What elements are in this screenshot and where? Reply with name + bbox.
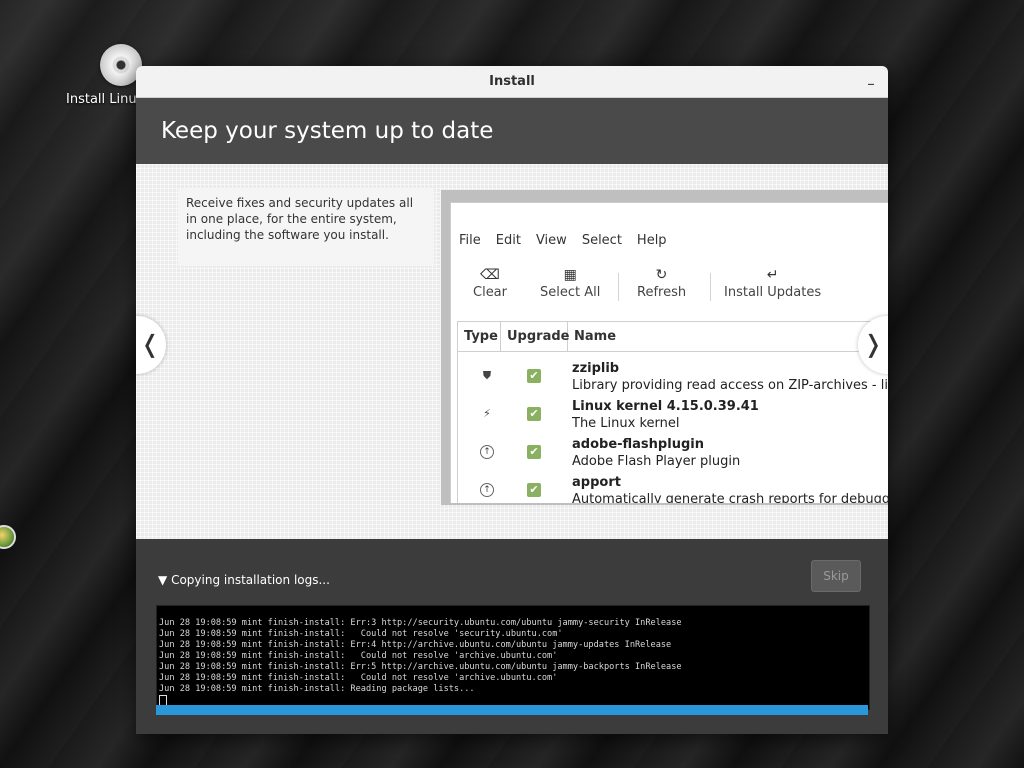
desktop-orb-icon[interactable]	[0, 525, 16, 549]
menu-view: View	[535, 233, 567, 248]
menu-edit: Edit	[495, 233, 521, 248]
minimize-button[interactable]: _	[864, 72, 878, 88]
tool-label: Refresh	[637, 285, 687, 300]
toolbar-divider	[618, 273, 619, 301]
backspace-icon: ⌫	[480, 267, 500, 283]
expander-arrow-icon: ▼	[158, 573, 168, 587]
package-name: zziplib	[572, 361, 620, 376]
table-row: ↑ ✔ adobe-flashplugin Adobe Flash Player …	[458, 432, 888, 470]
menu-select: Select	[581, 233, 622, 248]
package-name: adobe-flashplugin	[572, 437, 704, 452]
shield-icon: ⛊	[482, 369, 492, 382]
column-type: Type	[458, 322, 501, 351]
page-title: Keep your system up to date	[161, 118, 494, 144]
log-line: Jun 28 19:08:59 mint finish-install: Cou…	[159, 673, 558, 683]
table-row: ⚡ ✔ Linux kernel 4.15.0.39.41 The Linux k…	[458, 394, 888, 432]
log-line: Jun 28 19:08:59 mint finish-install: Rea…	[159, 684, 475, 694]
status-text: Copying installation logs...	[171, 573, 330, 587]
log-line: Jun 28 19:08:59 mint finish-install: Err…	[159, 662, 682, 672]
menu-help: Help	[636, 233, 667, 248]
refresh-icon: ↻	[655, 267, 668, 283]
log-line: Jun 28 19:08:59 mint finish-install: Cou…	[159, 629, 563, 639]
tool-select-all: ▦ Select All	[540, 265, 600, 300]
table-row: ⛊ ✔ zziplib Library providing read access…	[458, 356, 888, 394]
package-name: apport	[572, 475, 621, 490]
toolbar-divider	[710, 273, 711, 301]
log-terminal[interactable]: Jun 28 19:08:59 mint finish-install: Err…	[156, 605, 870, 710]
menubar: File Edit View Select Help	[459, 233, 667, 248]
table-header: Type Upgrade Name	[458, 322, 888, 352]
package-desc: Library providing read access on ZIP-arc…	[572, 378, 888, 393]
tool-clear: ⌫ Clear	[473, 265, 507, 300]
checkbox-icon: ✔	[527, 445, 541, 459]
up-arrow-icon: ↑	[480, 445, 494, 459]
checkbox-icon: ✔	[527, 369, 541, 383]
log-line: Jun 28 19:08:59 mint finish-install: Err…	[159, 640, 672, 650]
column-upgrade: Upgrade	[501, 322, 569, 351]
log-expander[interactable]: ▼ Copying installation logs...	[158, 573, 330, 587]
tool-refresh: ↻ Refresh	[637, 265, 686, 300]
install-icon: ↵	[766, 267, 779, 283]
log-line: Jun 28 19:08:59 mint finish-install: Err…	[159, 618, 682, 628]
log-line: Jun 28 19:08:59 mint finish-install: Cou…	[159, 651, 558, 661]
package-desc: Automatically generate crash reports for…	[572, 492, 888, 503]
checkbox-icon: ✔	[527, 407, 541, 421]
skip-button[interactable]: Skip	[811, 560, 861, 592]
tool-label: Select All	[540, 285, 601, 300]
up-arrow-icon: ↑	[480, 483, 494, 497]
updates-table: Type Upgrade Name ⛊ ✔ zziplib Library pro…	[457, 321, 888, 503]
window-title: Install	[489, 74, 535, 89]
lightning-icon: ⚡	[483, 407, 491, 420]
slide-description: Receive fixes and security updates all i…	[178, 188, 434, 266]
slideshow: Receive fixes and security updates all i…	[136, 164, 888, 539]
tool-label: Clear	[473, 285, 507, 300]
page-header: Keep your system up to date	[136, 98, 888, 164]
update-manager-screenshot: File Edit View Select Help ⌫ Clear ▦ Sel…	[450, 202, 888, 503]
installer-window: Install _ Keep your system up to date Re…	[136, 66, 888, 734]
package-desc: Adobe Flash Player plugin	[572, 454, 741, 469]
column-name: Name	[574, 329, 617, 344]
menu-file: File	[459, 233, 481, 248]
package-name: Linux kernel 4.15.0.39.41	[572, 399, 759, 414]
titlebar: Install _	[136, 66, 888, 98]
package-desc: The Linux kernel	[572, 416, 680, 431]
tool-label: Install Updates	[724, 285, 822, 300]
table-row: ↑ ✔ apport Automatically generate crash r…	[458, 470, 888, 503]
select-all-icon: ▦	[563, 267, 577, 283]
checkbox-icon: ✔	[527, 483, 541, 497]
tool-install-updates: ↵ Install Updates	[724, 265, 821, 300]
progress-bar	[156, 705, 868, 715]
toolbar: ⌫ Clear ▦ Select All ↻ Refresh ↵ Install…	[451, 265, 888, 315]
